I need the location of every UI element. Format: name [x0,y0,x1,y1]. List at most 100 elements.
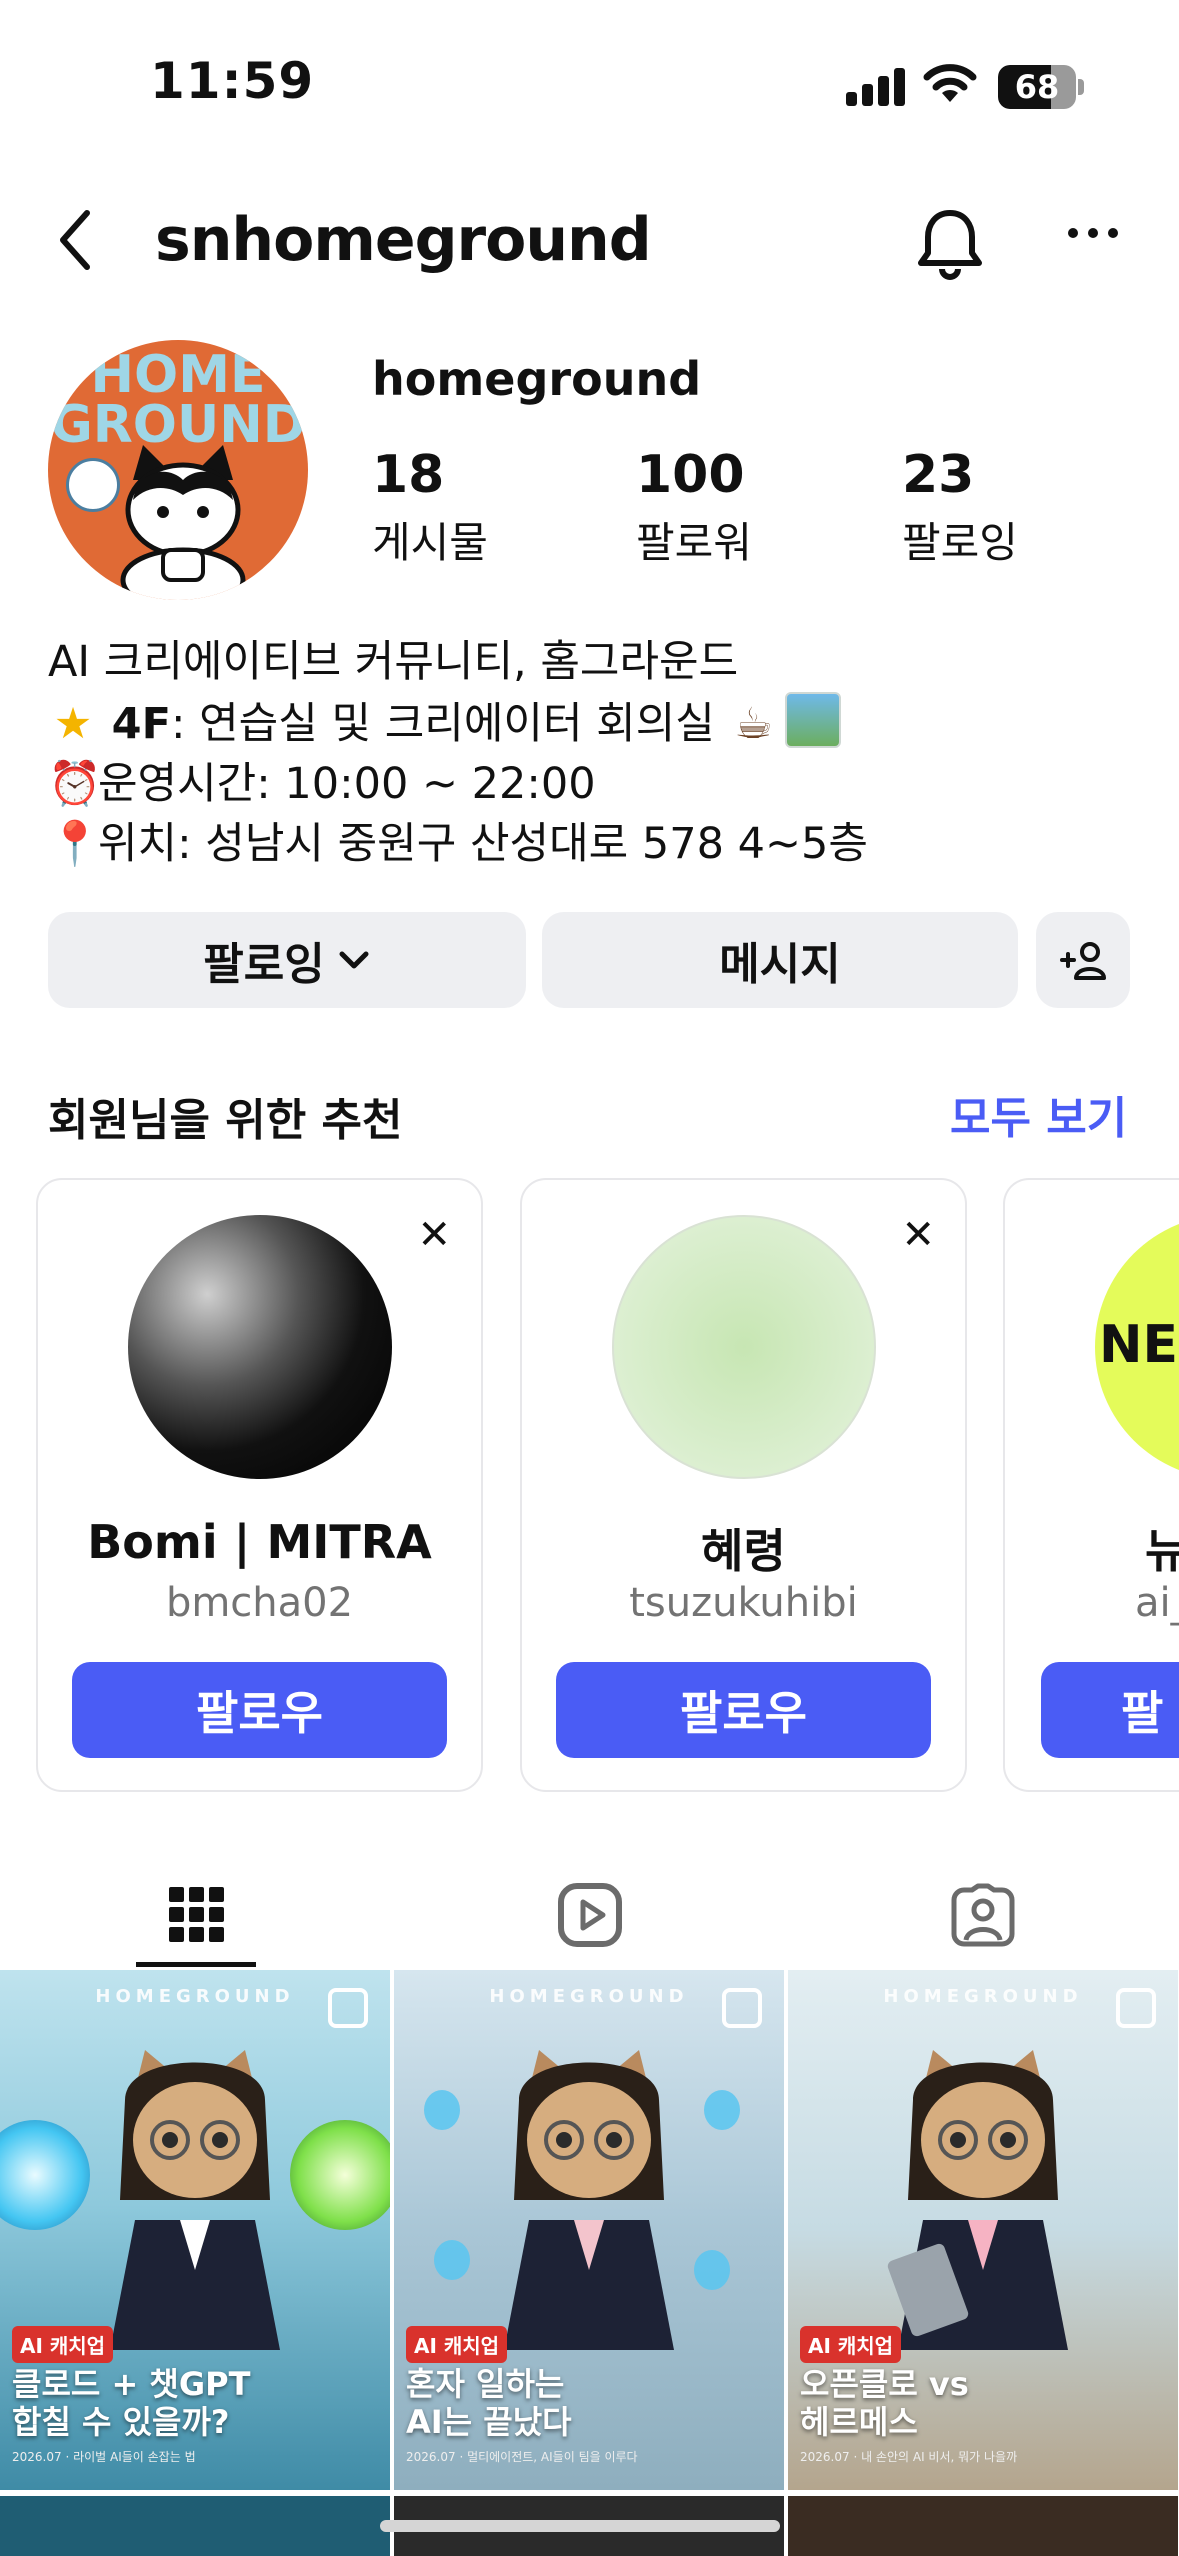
dismiss-close-icon[interactable]: ✕ [901,1212,935,1258]
bio-floor: 4F [111,699,171,749]
cat-character-image [504,2050,674,2350]
bio-line-1: AI 크리에이티브 커뮤니티, 홈그라운드 [48,637,739,687]
status-time: 11:59 [150,52,315,110]
suggestion-avatar[interactable] [128,1215,392,1479]
carousel-icon [1116,1988,1156,2028]
following-button-label: 팔로잉 [203,939,325,990]
suggestion-avatar[interactable]: NE [1095,1215,1179,1479]
cat-character-image [110,2050,280,2350]
notification-bell-icon[interactable] [915,207,985,281]
tab-tagged[interactable] [786,1860,1179,1970]
posts-count-label: 게시물 [372,518,488,567]
post-headline-line-2: 합칠 수 있을까? [12,2403,230,2441]
cat-mascot-icon [120,445,246,600]
post-tile[interactable]: HOMEGROUND AI 캐치업 오픈클로 vs 헤르메스 2026.07 ·… [788,1970,1178,2490]
suggestion-card[interactable]: ✕ 혜령 tsuzukuhibi 팔로우 [520,1178,967,1792]
message-button-label: 메시지 [719,939,841,990]
battery-cap [1078,79,1084,95]
landscape-image-icon [784,692,841,748]
tab-reels[interactable] [393,1860,786,1970]
suggestion-name: Bomi | MITRA [87,1515,432,1569]
suggestion-username: ai_ [1135,1580,1179,1626]
post-tile[interactable]: HOMEGROUND AI 캐치업 혼자 일하는 AI는 끝났다 2026.07… [394,1970,784,2490]
avatar-badge [66,458,120,512]
profile-bio: AI 크리에이티브 커뮤니티, 홈그라운드 ★ 4F: 연습실 및 크리에이터 … [48,632,868,874]
followers-count[interactable]: 100 팔로워 [636,445,752,570]
robot-hologram [434,2240,470,2280]
alarm-clock-emoji-icon: ⏰ [48,759,102,809]
battery-icon: 68 [998,65,1076,109]
follow-button[interactable]: 팔로우 [556,1662,931,1758]
suggestion-name: 뉴 [1145,1515,1179,1581]
robot-hologram [694,2250,730,2290]
post-headline-line-1: 오픈클로 vs [800,2365,969,2403]
pin-emoji-icon: 📍 [48,819,102,869]
message-button[interactable]: 메시지 [542,912,1018,1008]
glowing-orb [290,2120,390,2230]
suggestion-username: tsuzukuhibi [629,1580,858,1626]
more-options-icon[interactable] [1065,225,1121,241]
status-bar: 11:59 68 [0,0,1179,150]
dismiss-close-icon[interactable]: ✕ [417,1212,451,1258]
suggestion-card[interactable]: NE 뉴 ai_ 팔 [1003,1178,1179,1792]
cat-character-image [887,2050,1068,2350]
following-count[interactable]: 23 팔로잉 [902,445,1018,570]
post-tag-badge: AI 캐치업 [800,2326,902,2363]
robot-hologram [704,2090,740,2130]
post-headline: 오픈클로 vs 헤르메스 [800,2365,969,2441]
suggestion-name: 혜령 [701,1524,786,1578]
cellular-signal-icon [846,66,906,106]
tagged-icon [951,1883,1014,1947]
wifi-icon [923,64,977,102]
glowing-globe [0,2120,90,2230]
tab-posts-grid[interactable] [0,1860,393,1970]
grid-icon [168,1887,224,1942]
following-button[interactable]: 팔로잉 [48,912,526,1008]
bio-floor-text: : 연습실 및 크리에이터 회의실 [170,699,715,749]
coffee-emoji-icon: ☕ [734,699,773,749]
post-tile[interactable] [0,2496,390,2556]
bio-hours: 운영시간: 10:00 ~ 22:00 [98,759,596,809]
bio-line-4: 📍위치: 성남시 중원구 산성대로 578 4~5층 [48,814,868,874]
back-icon[interactable] [55,205,95,275]
suggestion-card[interactable]: ✕ Bomi | MITRA bmcha02 팔로우 [36,1178,483,1792]
followers-count-label: 팔로워 [636,518,752,567]
post-subtitle: 2026.07 · 멀티에이전트, AI들이 팀을 이루다 [406,2450,638,2464]
post-tile[interactable] [788,2496,1178,2556]
bio-line-2: ★ 4F: 연습실 및 크리에이터 회의실 ☕ [48,692,868,754]
post-subtitle: 2026.07 · 내 손안의 AI 비서, 뭐가 나을까 [800,2450,1018,2464]
post-tag-badge: AI 캐치업 [406,2326,508,2363]
home-indicator[interactable] [380,2520,780,2532]
see-all-link[interactable]: 모두 보기 [950,1082,1127,1146]
carousel-icon [722,1988,762,2028]
post-headline-line-2: 헤르메스 [800,2403,918,2441]
bio-location: 위치: 성남시 중원구 산성대로 578 4~5층 [98,819,868,869]
follow-button[interactable]: 팔 [1041,1662,1179,1758]
post-tag-badge: AI 캐치업 [12,2326,114,2363]
add-user-button[interactable] [1036,912,1130,1008]
star-emoji-icon: ★ [53,699,93,749]
add-user-icon [1060,942,1106,980]
suggestion-avatar-text: NE [1099,1315,1179,1375]
post-tile[interactable]: HOMEGROUND AI 캐치업 클로드 + 챗GPT 합칠 수 있을까? 2… [0,1970,390,2490]
profile-avatar[interactable]: HOME GROUND [48,340,308,600]
suggestions-title: 회원님을 위한 추천 [48,1095,403,1146]
avatar-logo-text: HOME GROUND [50,345,306,455]
posts-count[interactable]: 18 게시물 [372,445,488,570]
post-headline-line-1: 혼자 일하는 [406,2365,565,2403]
carousel-icon [328,1988,368,2028]
profile-username-title: snhomeground [155,205,652,275]
suggestion-avatar[interactable] [612,1215,876,1479]
following-count-value: 23 [902,445,975,505]
follow-button[interactable]: 팔로우 [72,1662,447,1758]
post-headline: 혼자 일하는 AI는 끝났다 [406,2365,572,2441]
post-headline: 클로드 + 챗GPT 합칠 수 있을까? [12,2365,250,2441]
battery-level: 68 [1014,68,1060,106]
bio-line-3: ⏰운영시간: 10:00 ~ 22:00 [48,754,868,814]
following-count-label: 팔로잉 [902,518,1018,567]
reels-icon [557,1883,622,1947]
followers-count-value: 100 [636,445,745,505]
suggestion-username: bmcha02 [165,1580,354,1626]
chevron-down-icon [339,951,369,969]
post-headline-line-2: AI는 끝났다 [406,2403,572,2441]
